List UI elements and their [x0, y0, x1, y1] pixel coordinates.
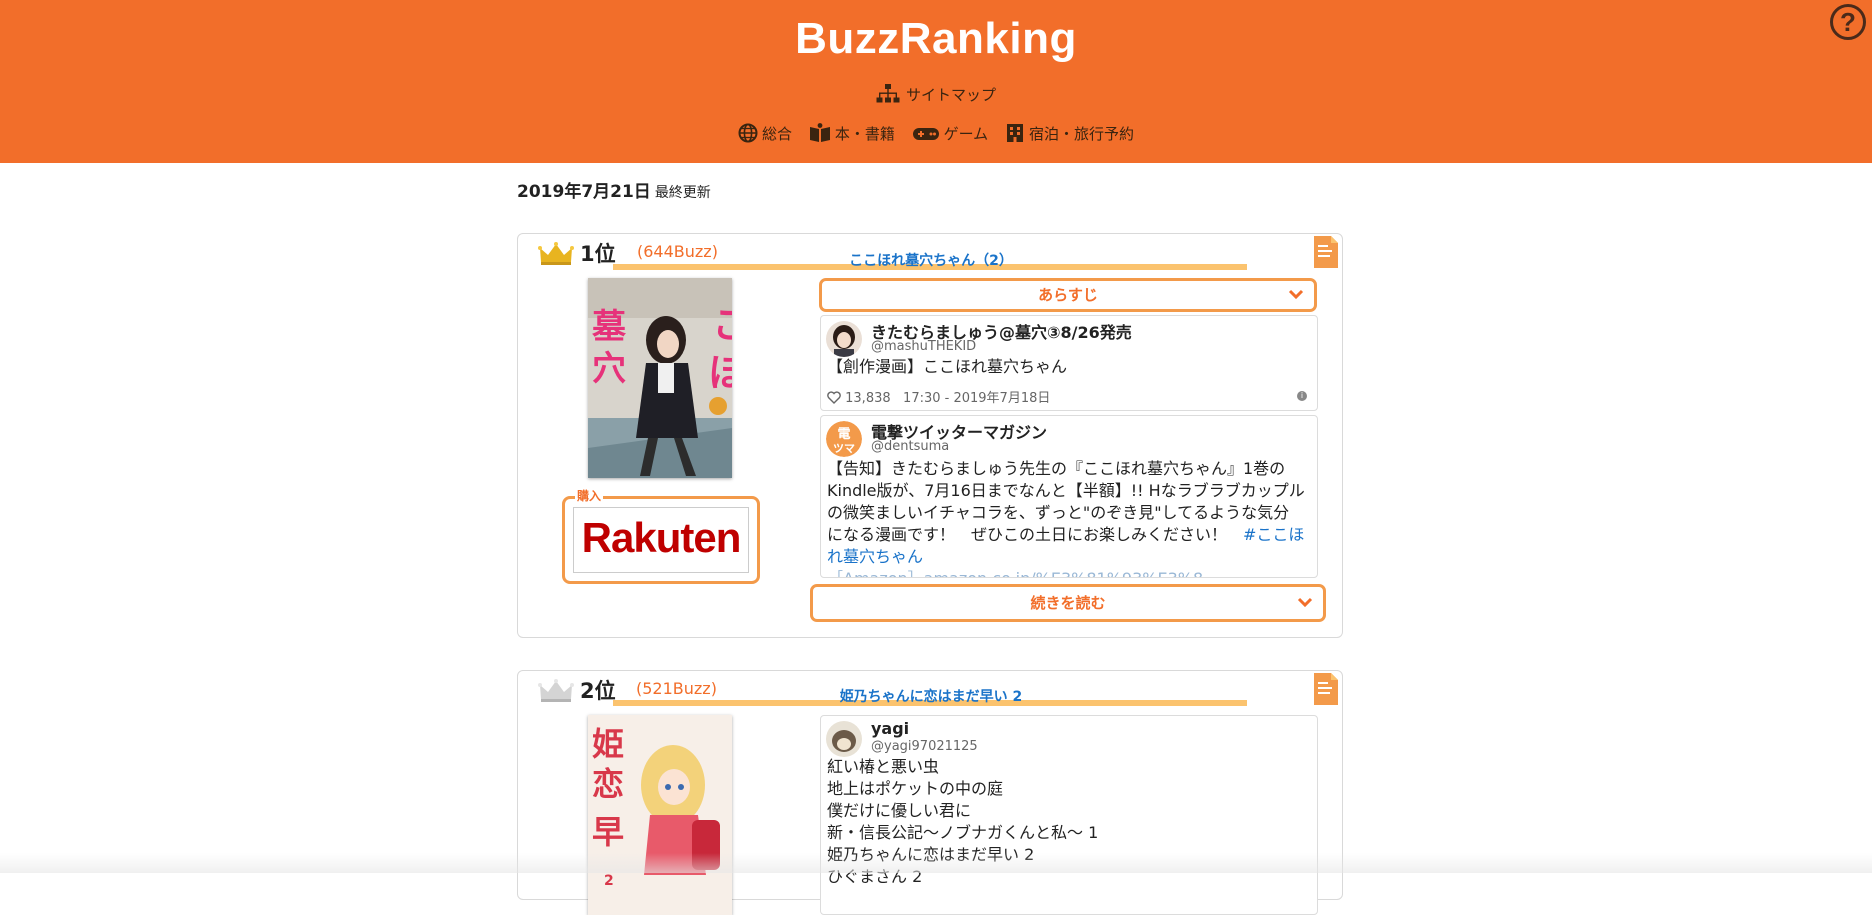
svg-text:墓: 墓	[591, 307, 627, 347]
tweet-meta: 13,838 17:30 - 2019年7月18日	[827, 387, 1050, 406]
gamepad-icon	[912, 128, 939, 140]
sitemap-icon	[876, 84, 900, 103]
updated-date: 2019年7月21日	[517, 182, 651, 202]
nav-item-travel[interactable]: 宿泊・旅行予約	[1005, 123, 1134, 144]
avatar	[826, 721, 862, 757]
chevron-down-icon	[1297, 597, 1313, 608]
sitemap-label: サイトマップ	[905, 86, 996, 104]
updated-suffix: 最終更新	[654, 185, 711, 201]
globe-icon	[738, 123, 758, 143]
tweet-card[interactable]: yagi @yagi97021125 紅い椿と悪い虫 地上はポケットの中の庭 僕…	[820, 715, 1318, 915]
amazon-link[interactable]: ［Amazon］amazon.co.jp/%E3%81%93%E3%8	[827, 569, 1203, 577]
read-more-label: 続きを読む	[1030, 594, 1106, 612]
book-cover-image[interactable]: 姫 恋 早 2	[588, 715, 732, 915]
main-nav: 総合 本・書籍 ゲーム 宿泊・旅行予約	[0, 123, 1872, 144]
avatar	[826, 321, 862, 357]
read-more-toggle[interactable]: 続きを読む	[810, 584, 1326, 622]
avatar: 電 ツマ	[826, 421, 862, 457]
tweet-body: 【告知】きたむらましゅう先生の『ここほれ墓穴ちゃん』1巻のKindle版が、7月…	[827, 459, 1305, 544]
nav-item-books[interactable]: 本・書籍	[809, 123, 895, 144]
buy-section: 購入 Rakuten	[562, 487, 760, 584]
tweet-line: 地上はポケットの中の庭	[827, 779, 1004, 798]
ranking-card-1: 1位 (644Buzz) ここほれ墓穴ちゃん（2） こ ほ 墓 穴 購入 Rak…	[517, 233, 1343, 638]
site-header: BuzzRanking ? サイトマップ 総合 本・書籍 ゲーム 宿泊・旅行予約	[0, 0, 1872, 163]
tweet-handle[interactable]: @dentsuma	[871, 439, 949, 454]
svg-text:ほ: ほ	[708, 351, 732, 395]
tweet-handle[interactable]: @yagi97021125	[871, 739, 978, 754]
tweet-author[interactable]: yagi	[871, 719, 909, 738]
tweet-line: 僕だけに優しい君に	[827, 801, 972, 820]
svg-text:こ: こ	[712, 303, 732, 347]
tweet-card[interactable]: 電 ツマ 電撃ツイッターマガジン @dentsuma 【告知】きたむらましゅう先…	[820, 415, 1318, 578]
document-icon[interactable]	[1314, 236, 1338, 268]
svg-text:恋: 恋	[592, 765, 624, 803]
nav-label: ゲーム	[943, 125, 989, 143]
tweet-timestamp[interactable]: 17:30 - 2019年7月18日	[903, 391, 1050, 406]
heart-icon[interactable]	[827, 391, 841, 404]
svg-text:ツマ: ツマ	[833, 442, 855, 455]
sitemap-link[interactable]: サイトマップ	[0, 84, 1872, 105]
like-count: 13,838	[845, 391, 891, 406]
nav-label: 総合	[762, 125, 793, 143]
chevron-down-icon	[1288, 289, 1304, 300]
svg-text:早: 早	[592, 813, 624, 851]
last-updated: 2019年7月21日 最終更新	[517, 177, 711, 202]
site-logo[interactable]: BuzzRanking	[0, 14, 1872, 64]
svg-text:姫: 姫	[592, 725, 624, 763]
rakuten-buy-button[interactable]: Rakuten	[573, 507, 749, 573]
tweet-text: 【告知】きたむらましゅう先生の『ここほれ墓穴ちゃん』1巻のKindle版が、7月…	[827, 458, 1305, 577]
hotel-icon	[1006, 124, 1023, 142]
bottom-fade	[0, 853, 1872, 873]
nav-item-games[interactable]: ゲーム	[912, 123, 989, 144]
nav-label: 宿泊・旅行予約	[1028, 125, 1134, 143]
svg-text:2: 2	[604, 873, 614, 889]
nav-item-overall[interactable]: 総合	[738, 123, 792, 144]
synopsis-toggle[interactable]: あらすじ	[819, 278, 1317, 312]
buy-label: 購入	[575, 487, 604, 504]
book-title-link[interactable]: 姫乃ちゃんに恋はまだ早い 2	[518, 686, 1344, 706]
svg-text:電: 電	[837, 427, 850, 442]
synopsis-label: あらすじ	[1038, 286, 1098, 304]
tweet-handle[interactable]: @mashuTHEKID	[871, 339, 976, 354]
info-icon[interactable]: i	[1297, 391, 1307, 401]
tweet-card[interactable]: きたむらましゅう@墓穴③8/26発売 @mashuTHEKID 【創作漫画】ここ…	[820, 315, 1318, 411]
book-cover-image[interactable]: こ ほ 墓 穴	[588, 278, 732, 478]
nav-label: 本・書籍	[834, 125, 895, 143]
tweet-text: 【創作漫画】ここほれ墓穴ちゃん	[827, 357, 1068, 376]
help-icon[interactable]: ?	[1830, 4, 1866, 40]
tweet-line: 新・信長公記〜ノブナガくんと私〜 1	[827, 823, 1099, 842]
document-icon[interactable]	[1314, 673, 1338, 705]
book-title-link[interactable]: ここほれ墓穴ちゃん（2）	[518, 250, 1344, 270]
book-icon	[809, 123, 830, 142]
tweet-line: 紅い椿と悪い虫	[827, 757, 940, 776]
svg-text:穴: 穴	[592, 349, 626, 389]
